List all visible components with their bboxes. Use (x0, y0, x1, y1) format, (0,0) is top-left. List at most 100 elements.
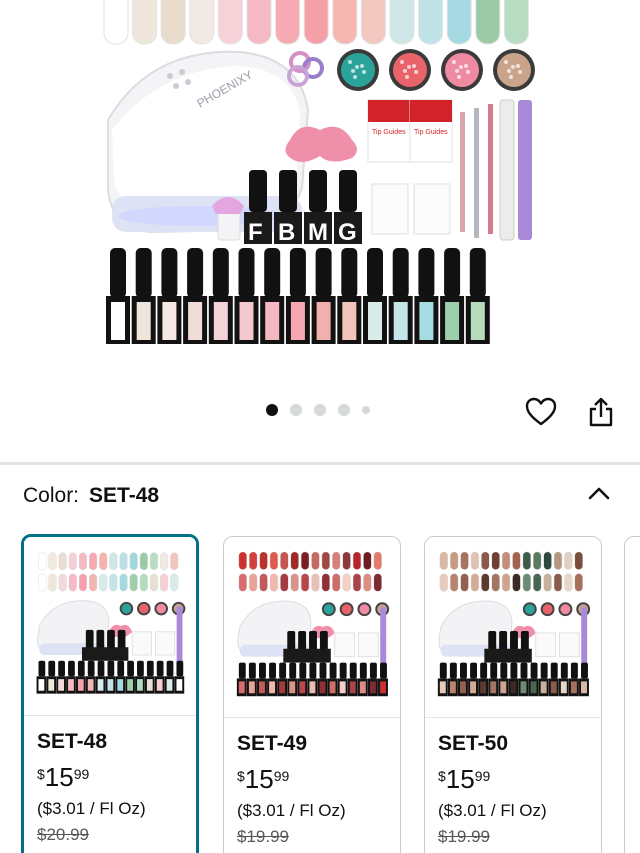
uv-lamp-image: PHOENIXY (107, 50, 310, 234)
thumb-glitter-fill (341, 604, 352, 615)
thumb-swatch (300, 551, 310, 570)
variant-card-set-48[interactable]: SET-48 $ 15 99 ($3.01 / Fl Oz) $20.99 (21, 534, 199, 853)
variant-card-set-49[interactable]: SET-49 $ 15 99 ($3.01 / Fl Oz) $19.99 (223, 536, 401, 853)
unit-price: ($3.01 / Fl Oz) (237, 801, 346, 820)
variant-info: SET-49 $ 15 99 ($3.01 / Fl Oz) $19.99 (224, 717, 400, 853)
thumb-bottle-label (540, 681, 547, 694)
glitter-jar-fill (497, 53, 531, 87)
thumb-bottle-label (449, 681, 456, 694)
bottle-cap (367, 248, 383, 298)
thumb-glitter-fill (121, 603, 132, 614)
thumb-swatch (139, 552, 148, 571)
bottle-label (136, 302, 151, 340)
nail-tip-swatch (360, 0, 386, 45)
thumb-swatch (78, 552, 88, 571)
thumb-bottle-cap (87, 660, 95, 677)
collapse-variants-button[interactable] (584, 480, 614, 506)
thumb-swatch (149, 573, 159, 592)
thumb-swatch (238, 551, 247, 570)
thumb-bottle-label (581, 681, 587, 694)
variant-price: $ 15 99 (237, 764, 388, 795)
thumb-swatch (68, 552, 77, 571)
carousel-dot-4[interactable] (338, 404, 350, 416)
thumb-swatch (38, 552, 47, 571)
glitter-sparkle (355, 65, 359, 69)
thumb-swatch (460, 551, 469, 570)
thumb-bottle-label (238, 681, 245, 694)
thumb-bottle-label (299, 681, 306, 694)
chevron-up-icon (588, 487, 610, 500)
thumb-swatch (481, 573, 490, 592)
glitter-jar-fill (445, 53, 479, 87)
thumb-bottle-label (460, 681, 466, 694)
thumb-bottle-label (87, 679, 94, 691)
thumb-bottle-cap (460, 662, 467, 679)
thumb-bottle-cap (238, 662, 246, 679)
bottle-cap (264, 248, 281, 298)
price-whole: 15 (445, 764, 475, 794)
thumb-swatch (332, 573, 341, 592)
bottle-cap (212, 248, 229, 298)
thumb-bottle-label (520, 681, 527, 694)
bottle-label (188, 302, 203, 340)
thumb-swatch (78, 573, 88, 592)
thumb-bottle-cap (68, 660, 75, 677)
glitter-sparkle (403, 69, 407, 73)
thumb-bottle-cap (570, 662, 578, 679)
thumb-bottle-cap (166, 660, 174, 677)
bottle-cap (392, 248, 409, 298)
variant-thumbnail (224, 537, 400, 717)
bottle-label (470, 302, 485, 340)
carousel-dot-1[interactable] (266, 404, 278, 416)
variant-card-set-50[interactable]: SET-50 $ 15 99 ($3.01 / Fl Oz) $19.99 (424, 536, 602, 853)
thumb-bottle-cap (176, 660, 184, 677)
thumb-guides (535, 632, 557, 658)
thumb-bottle-cap (349, 662, 357, 679)
variant-card-next[interactable] (624, 536, 640, 853)
carousel-dot-5[interactable] (362, 406, 370, 414)
thumb-glitter-fill (138, 603, 149, 614)
heart-icon (525, 397, 557, 426)
image-carousel-dots[interactable] (266, 404, 370, 416)
thumb-swatch (543, 573, 552, 592)
carousel-dot-2[interactable] (290, 404, 302, 416)
thumb-swatch (321, 573, 331, 592)
glitter-sparkle (455, 69, 459, 73)
glitter-sparkle (464, 64, 468, 68)
thumb-swatch (290, 573, 299, 592)
nail-tip-swatch (332, 0, 358, 45)
bottle-letter: B (278, 219, 295, 246)
thumb-swatch (129, 573, 138, 592)
thumb-swatch (481, 551, 490, 570)
thumb-swatch (248, 551, 258, 570)
bottle-cap (289, 248, 306, 298)
thumb-bottle-label (279, 681, 286, 694)
thumb-bottle-cap (97, 660, 105, 677)
thumb-bottle-cap (550, 662, 558, 679)
glitter-sparkle (405, 75, 409, 79)
thumb-swatch (160, 573, 169, 592)
glitter-sparkle (509, 75, 513, 79)
product-hero-image[interactable]: PHOENIXY Tip Guides Tip Guides F B M G (0, 0, 640, 360)
share-button[interactable] (581, 392, 621, 432)
nail-tip-swatch (389, 0, 415, 45)
carousel-dot-3[interactable] (314, 404, 326, 416)
bottle-letter: M (308, 219, 328, 246)
price-fraction: 99 (73, 766, 90, 782)
thumb-bottle-label (309, 681, 316, 694)
thumb-swatch (300, 573, 310, 592)
thumb-bottle-label (58, 679, 65, 691)
variant-thumb-art (437, 551, 591, 697)
thumb-swatch (332, 551, 341, 570)
thumb-bottle-label (319, 681, 326, 694)
thumb-swatch (149, 552, 159, 571)
thumb-bottle-cap (530, 662, 538, 679)
glitter-sparkle (507, 69, 511, 73)
thumb-bottle-label (259, 681, 265, 694)
add-to-wishlist-button[interactable] (521, 392, 561, 432)
thumb-glitter-fill (524, 604, 535, 615)
thumb-swatch (439, 573, 448, 592)
thumb-swatch (259, 551, 268, 570)
list-price: $19.99 (438, 827, 490, 846)
thumb-swatch (248, 573, 258, 592)
